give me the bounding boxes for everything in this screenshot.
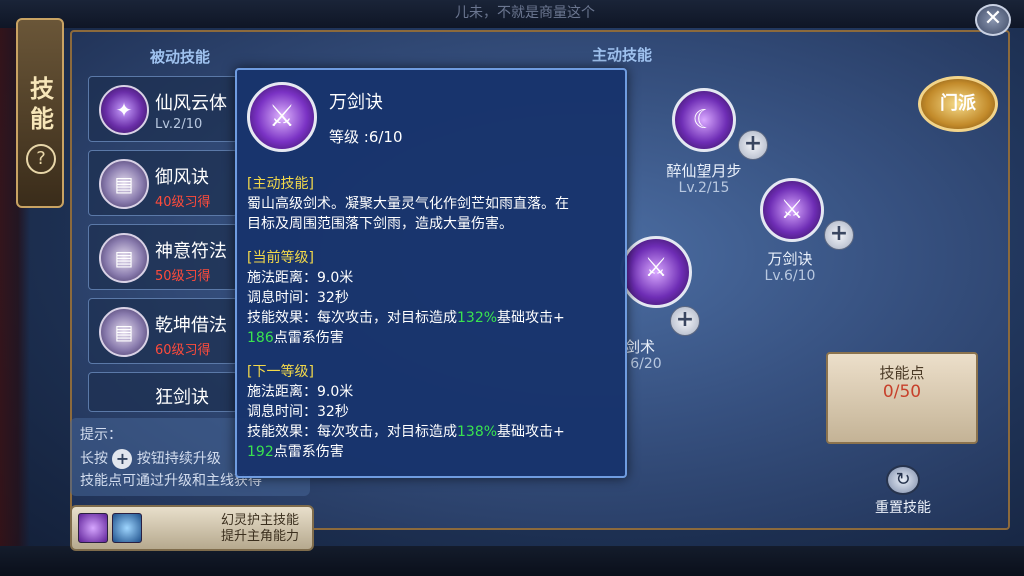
passive-skill-item[interactable]: ✦ 仙风云体 Lv.2/10	[88, 76, 238, 142]
tooltip-text: 蜀山高级剑术。凝聚大量灵气化作剑芒如雨直落。在	[247, 196, 569, 212]
reset-icon: ↻	[886, 465, 920, 495]
active-skill-name: 万剑诀	[767, 250, 813, 268]
tooltip-section-heading: [当前等级]	[247, 250, 314, 266]
spirit-text-line: 提升主角能力	[220, 529, 299, 544]
skill-tooltip: ⚔ 万剑诀 等级 :6/10 [主动技能] 蜀山高级剑术。凝聚大量灵气化作剑芒如…	[235, 68, 627, 478]
help-icon[interactable]: ?	[26, 144, 56, 174]
upgrade-plus-button[interactable]: +	[824, 220, 854, 250]
hint-text: 长按	[80, 451, 108, 467]
tooltip-text: 技能效果：每次攻击，对目标造成	[247, 310, 457, 326]
tooltip-text: 点雷系伤害	[273, 330, 344, 346]
passive-skill-requirement: 60级习得	[155, 343, 211, 358]
passive-skill-requirement: 40级习得	[155, 195, 211, 210]
hint-title: 提示：	[80, 427, 122, 443]
skill-points-value: 0/50	[882, 382, 922, 402]
tooltip-damage: 186	[247, 330, 274, 346]
sect-button[interactable]: 门派	[918, 76, 998, 132]
side-tab-skills[interactable]: 技能 ?	[16, 18, 64, 208]
spirit-skill-icon[interactable]	[112, 513, 142, 543]
tooltip-percent: 138%	[457, 424, 498, 440]
scroll-icon: ▤	[99, 159, 149, 209]
passive-skill-name: 乾坤借法	[155, 315, 227, 336]
spirit-text-line: 幻灵护主技能	[220, 513, 299, 528]
tooltip-text: 调息时间：32秒	[247, 290, 349, 306]
tooltip-effect: 186点雷系伤害	[247, 328, 621, 348]
passive-skill-item[interactable]: 狂剑诀	[88, 372, 238, 412]
tooltip-percent: 132%	[457, 310, 498, 326]
sword-rain-icon[interactable]: ⚔	[760, 178, 824, 242]
tooltip-text: 施法距离：9.0米	[247, 270, 354, 286]
tooltip-text: 目标及周围范围落下剑雨，造成大量伤害。	[247, 216, 513, 232]
passive-skill-name: 狂剑诀	[155, 387, 209, 408]
tooltip-skill-level: 等级 :6/10	[329, 128, 403, 146]
tooltip-text: 调息时间：32秒	[247, 404, 349, 420]
tooltip-text: 技能效果：每次攻击，对目标造成	[247, 424, 457, 440]
sword-slash-icon[interactable]: ⚔	[620, 236, 692, 308]
scroll-icon: ▤	[99, 307, 149, 357]
passive-section-title: 被动技能	[150, 48, 211, 66]
upgrade-plus-button[interactable]: +	[670, 306, 700, 336]
close-button[interactable]: ✕	[975, 4, 1011, 36]
passive-skill-requirement: 50级习得	[155, 269, 211, 284]
passive-skill-name: 仙风云体	[155, 93, 227, 114]
skill-points-label: 技能点	[879, 364, 925, 382]
moon-step-icon[interactable]: ☾	[672, 88, 736, 152]
reset-skills-button[interactable]: ↻ 重置技能	[868, 465, 938, 517]
tooltip-skill-name: 万剑诀	[329, 92, 383, 113]
wind-swirl-icon: ✦	[99, 85, 149, 135]
top-banner-text: 儿未，不就是商量这个	[455, 5, 595, 21]
active-skill-level: Lv.2/15	[678, 180, 730, 196]
tooltip-effect: 技能效果：每次攻击，对目标造成138%基础攻击+	[247, 422, 621, 442]
hint-text: 按钮持续升级	[136, 451, 221, 467]
tooltip-section-heading: [主动技能]	[247, 176, 314, 192]
passive-skill-item[interactable]: ▤ 御风诀 40级习得	[88, 150, 238, 216]
passive-skill-level: Lv.2/10	[155, 117, 203, 132]
passive-skill-name: 御风诀	[155, 167, 209, 188]
active-section-title: 主动技能	[592, 46, 653, 64]
passive-skill-item[interactable]: ▤ 乾坤借法 60级习得	[88, 298, 238, 364]
tooltip-text: 施法距离：9.0米	[247, 384, 354, 400]
skill-points-panel: 技能点 0/50	[826, 352, 978, 444]
upgrade-plus-button[interactable]: +	[738, 130, 768, 160]
scroll-icon: ▤	[99, 233, 149, 283]
tooltip-section-heading: [下一等级]	[247, 364, 314, 380]
sword-rain-icon: ⚔	[247, 82, 317, 152]
spirit-text: 幻灵护主技能 提升主角能力	[212, 513, 308, 545]
spirit-skill-icon[interactable]	[78, 513, 108, 543]
active-skill-level: Lv.6/10	[764, 268, 816, 284]
tooltip-damage: 192	[247, 444, 274, 460]
tooltip-text: 点雷系伤害	[273, 444, 344, 460]
tooltip-effect: 技能效果：每次攻击，对目标造成132%基础攻击+	[247, 308, 621, 328]
hint-line-1: 长按 + 按钮持续升级	[80, 448, 221, 470]
tooltip-body: [主动技能] 蜀山高级剑术。凝聚大量灵气化作剑芒如雨直落。在 目标及周围范围落下…	[247, 174, 621, 462]
active-skill-name: 醉仙望月步	[666, 162, 742, 180]
reset-label: 重置技能	[875, 500, 931, 516]
spirit-guard-panel[interactable]: 幻灵护主技能 提升主角能力	[70, 505, 314, 551]
passive-skill-item[interactable]: ▤ 神意符法 50级习得	[88, 224, 238, 290]
side-tab-label: 技能	[30, 75, 54, 133]
plus-icon: +	[112, 449, 133, 469]
passive-skill-name: 神意符法	[155, 241, 227, 262]
tooltip-effect: 192点雷系伤害	[247, 442, 621, 462]
tooltip-text: 基础攻击+	[497, 310, 565, 326]
tooltip-text: 基础攻击+	[497, 424, 565, 440]
